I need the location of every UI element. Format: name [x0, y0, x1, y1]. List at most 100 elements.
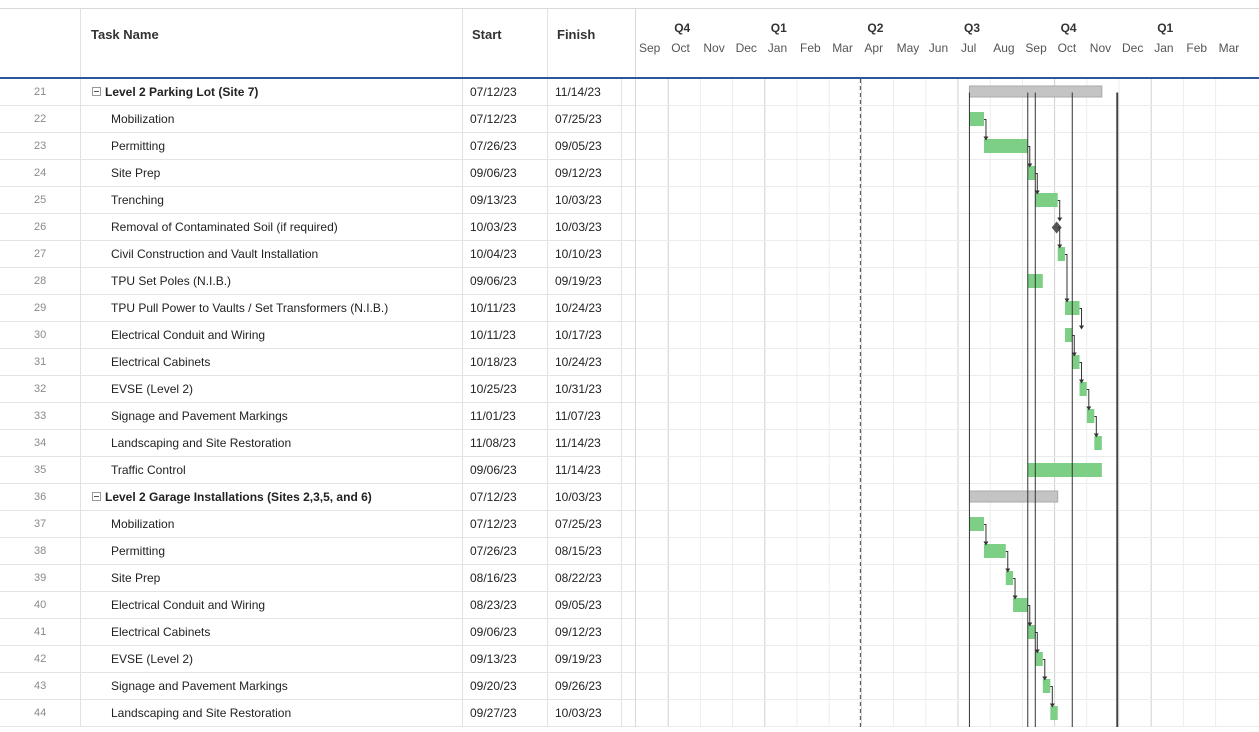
task-name-cell[interactable]: Removal of Contaminated Soil (if require… [80, 214, 462, 240]
task-name-cell[interactable]: Permitting [80, 538, 462, 564]
task-row[interactable]: 22 Mobilization 07/12/23 07/25/23 [0, 106, 635, 133]
task-row[interactable]: 29 TPU Pull Power to Vaults / Set Transfo… [0, 295, 635, 322]
collapse-minus-icon[interactable] [92, 87, 101, 96]
finish-column-header[interactable]: Finish [547, 8, 621, 78]
task-name-cell[interactable]: Electrical Cabinets [80, 619, 462, 645]
summary-task-row[interactable]: 36 Level 2 Garage Installations (Sites 2,… [0, 484, 635, 511]
start-date-cell[interactable]: 11/08/23 [462, 430, 547, 456]
finish-date-cell[interactable]: 11/14/23 [547, 457, 621, 483]
start-date-cell[interactable]: 09/06/23 [462, 160, 547, 186]
task-row[interactable]: 30 Electrical Conduit and Wiring 10/11/23 1… [0, 322, 635, 349]
task-row[interactable]: 31 Electrical Cabinets 10/18/23 10/24/23 [0, 349, 635, 376]
task-row[interactable]: 43 Signage and Pavement Markings 09/20/23 0… [0, 673, 635, 700]
finish-date-cell[interactable]: 07/25/23 [547, 511, 621, 537]
start-date-cell[interactable]: 10/18/23 [462, 349, 547, 375]
task-row[interactable]: 27 Civil Construction and Vault Installat… [0, 241, 635, 268]
task-name-cell[interactable]: Site Prep [80, 160, 462, 186]
task-name-column-header[interactable]: Task Name [80, 8, 462, 78]
finish-date-cell[interactable]: 10/31/23 [547, 376, 621, 402]
task-row[interactable]: 39 Site Prep 08/16/23 08/22/23 [0, 565, 635, 592]
start-date-cell[interactable]: 09/13/23 [462, 187, 547, 213]
task-name-cell[interactable]: Landscaping and Site Restoration [80, 430, 462, 456]
task-name-cell[interactable]: EVSE (Level 2) [80, 646, 462, 672]
finish-date-cell[interactable]: 09/26/23 [547, 673, 621, 699]
start-date-cell[interactable]: 10/11/23 [462, 322, 547, 348]
task-row[interactable]: 37 Mobilization 07/12/23 07/25/23 [0, 511, 635, 538]
task-name-cell[interactable]: Trenching [80, 187, 462, 213]
task-name-cell[interactable]: Site Prep [80, 565, 462, 591]
finish-date-cell[interactable]: 09/05/23 [547, 133, 621, 159]
task-row[interactable]: 23 Permitting 07/26/23 09/05/23 [0, 133, 635, 160]
start-date-cell[interactable]: 08/16/23 [462, 565, 547, 591]
task-name-cell[interactable]: Mobilization [80, 511, 462, 537]
finish-date-cell[interactable]: 09/19/23 [547, 268, 621, 294]
task-row[interactable]: 34 Landscaping and Site Restoration 11/08/… [0, 430, 635, 457]
task-row[interactable]: 32 EVSE (Level 2) 10/25/23 10/31/23 [0, 376, 635, 403]
finish-date-cell[interactable]: 10/17/23 [547, 322, 621, 348]
task-row[interactable]: 42 EVSE (Level 2) 09/13/23 09/19/23 [0, 646, 635, 673]
finish-date-cell[interactable]: 11/14/23 [547, 430, 621, 456]
start-date-cell[interactable]: 09/06/23 [462, 457, 547, 483]
finish-date-cell[interactable]: 11/07/23 [547, 403, 621, 429]
start-date-cell[interactable]: 09/06/23 [462, 619, 547, 645]
task-row[interactable]: 35 Traffic Control 09/06/23 11/14/23 [0, 457, 635, 484]
finish-date-cell[interactable]: 08/15/23 [547, 538, 621, 564]
finish-date-cell[interactable]: 09/12/23 [547, 160, 621, 186]
start-date-cell[interactable]: 09/27/23 [462, 700, 547, 726]
task-name-cell[interactable]: EVSE (Level 2) [80, 376, 462, 402]
task-name-cell[interactable]: Electrical Conduit and Wiring [80, 322, 462, 348]
start-date-cell[interactable]: 10/03/23 [462, 214, 547, 240]
finish-date-cell[interactable]: 11/14/23 [547, 79, 621, 105]
start-date-cell[interactable]: 07/12/23 [462, 106, 547, 132]
task-name-cell[interactable]: TPU Set Poles (N.I.B.) [80, 268, 462, 294]
task-name-cell[interactable]: Mobilization [80, 106, 462, 132]
task-name-cell[interactable]: Landscaping and Site Restoration [80, 700, 462, 726]
finish-date-cell[interactable]: 10/03/23 [547, 700, 621, 726]
start-date-cell[interactable]: 07/12/23 [462, 511, 547, 537]
start-date-cell[interactable]: 09/20/23 [462, 673, 547, 699]
finish-date-cell[interactable]: 10/03/23 [547, 484, 621, 510]
start-date-cell[interactable]: 09/06/23 [462, 268, 547, 294]
start-date-cell[interactable]: 10/25/23 [462, 376, 547, 402]
task-name-cell[interactable]: Traffic Control [80, 457, 462, 483]
task-row[interactable]: 24 Site Prep 09/06/23 09/12/23 [0, 160, 635, 187]
finish-date-cell[interactable]: 09/05/23 [547, 592, 621, 618]
task-name-cell[interactable]: TPU Pull Power to Vaults / Set Transform… [80, 295, 462, 321]
task-name-cell[interactable]: Electrical Conduit and Wiring [80, 592, 462, 618]
task-row[interactable]: 44 Landscaping and Site Restoration 09/27/… [0, 700, 635, 727]
start-date-cell[interactable]: 11/01/23 [462, 403, 547, 429]
start-date-cell[interactable]: 09/13/23 [462, 646, 547, 672]
start-date-cell[interactable]: 08/23/23 [462, 592, 547, 618]
start-date-cell[interactable]: 07/12/23 [462, 79, 547, 105]
task-row[interactable]: 41 Electrical Cabinets 09/06/23 09/12/23 [0, 619, 635, 646]
start-date-cell[interactable]: 07/12/23 [462, 484, 547, 510]
start-date-cell[interactable]: 10/04/23 [462, 241, 547, 267]
finish-date-cell[interactable]: 09/12/23 [547, 619, 621, 645]
task-row[interactable]: 25 Trenching 09/13/23 10/03/23 [0, 187, 635, 214]
start-date-cell[interactable]: 07/26/23 [462, 538, 547, 564]
task-row[interactable]: 33 Signage and Pavement Markings 11/01/23 1… [0, 403, 635, 430]
start-date-cell[interactable]: 07/26/23 [462, 133, 547, 159]
task-name-cell[interactable]: Signage and Pavement Markings [80, 403, 462, 429]
task-row[interactable]: 26 Removal of Contaminated Soil (if requi… [0, 214, 635, 241]
task-name-cell[interactable]: Electrical Cabinets [80, 349, 462, 375]
task-name-cell[interactable]: Level 2 Garage Installations (Sites 2,3,… [80, 484, 462, 510]
task-row[interactable]: 38 Permitting 07/26/23 08/15/23 [0, 538, 635, 565]
start-column-header[interactable]: Start [462, 8, 547, 78]
collapse-minus-icon[interactable] [92, 492, 101, 501]
finish-date-cell[interactable]: 09/19/23 [547, 646, 621, 672]
summary-task-row[interactable]: 21 Level 2 Parking Lot (Site 7) 07/12/23 11… [0, 79, 635, 106]
task-name-cell[interactable]: Civil Construction and Vault Installatio… [80, 241, 462, 267]
finish-date-cell[interactable]: 10/24/23 [547, 349, 621, 375]
start-date-cell[interactable]: 10/11/23 [462, 295, 547, 321]
finish-date-cell[interactable]: 10/10/23 [547, 241, 621, 267]
task-name-cell[interactable]: Permitting [80, 133, 462, 159]
finish-date-cell[interactable]: 10/03/23 [547, 214, 621, 240]
task-row[interactable]: 40 Electrical Conduit and Wiring 08/23/23 0… [0, 592, 635, 619]
finish-date-cell[interactable]: 10/24/23 [547, 295, 621, 321]
finish-date-cell[interactable]: 07/25/23 [547, 106, 621, 132]
task-name-cell[interactable]: Signage and Pavement Markings [80, 673, 462, 699]
task-row[interactable]: 28 TPU Set Poles (N.I.B.) 09/06/23 09/19/23 [0, 268, 635, 295]
finish-date-cell[interactable]: 08/22/23 [547, 565, 621, 591]
finish-date-cell[interactable]: 10/03/23 [547, 187, 621, 213]
